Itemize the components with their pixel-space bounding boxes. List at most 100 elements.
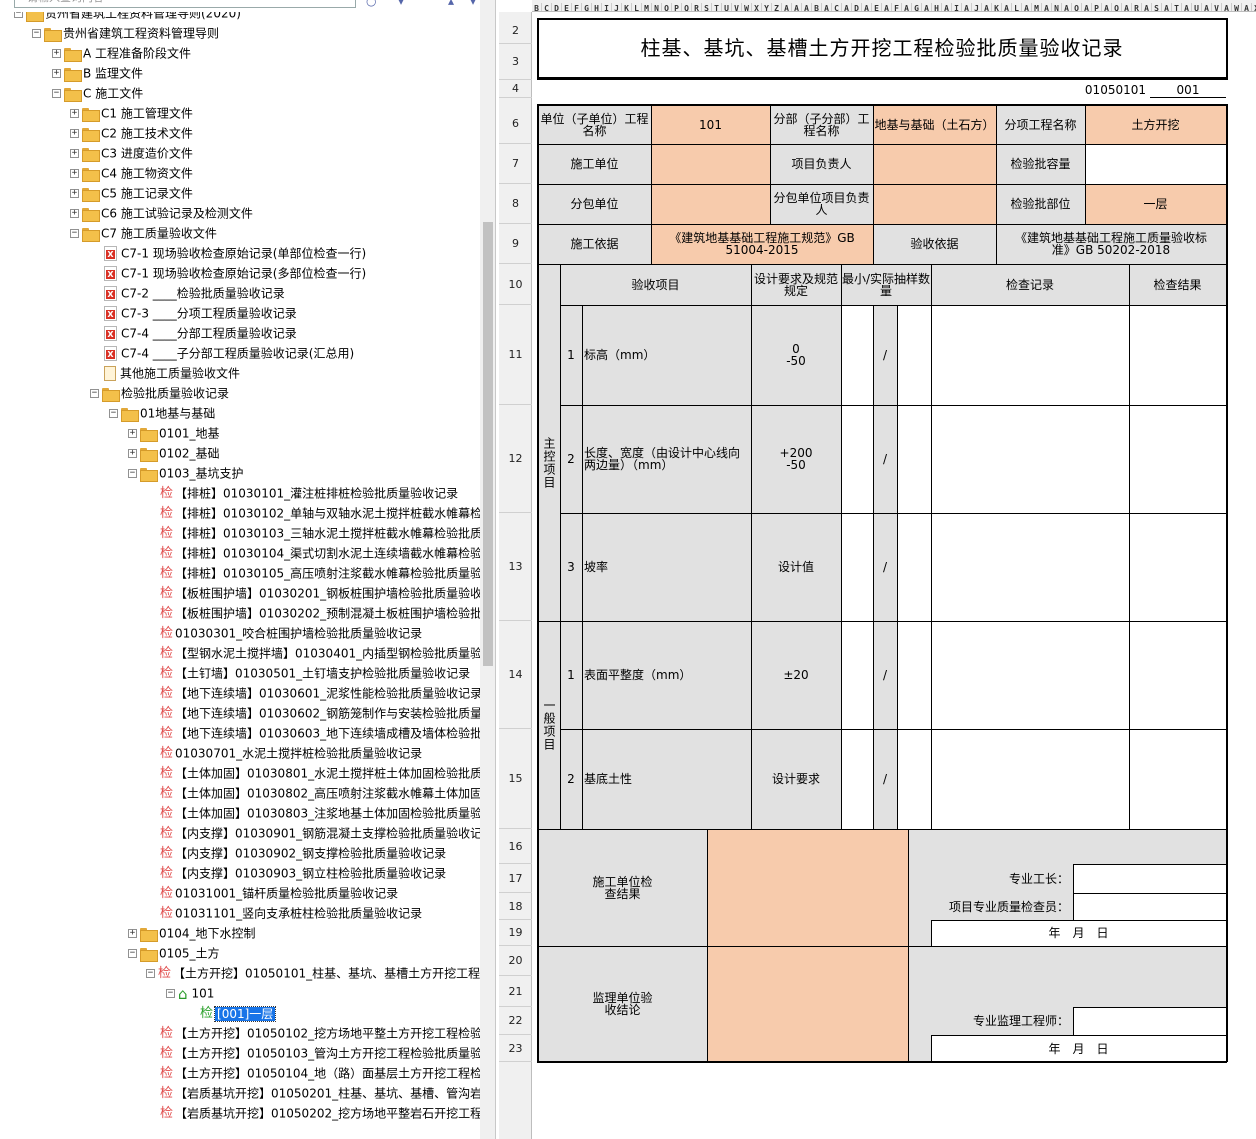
tree-node[interactable]: 检【板桩围护墙】01030202_预制混凝土板桩围护墙检验批质: [146, 603, 494, 623]
column-letter[interactable]: A: [1022, 3, 1032, 11]
tree-node[interactable]: 检【型钢水泥土搅拌墙】01030401_内插型钢检验批质量验收: [146, 643, 494, 663]
item-spec[interactable]: 0 -50: [751, 305, 841, 405]
construction-basis-value[interactable]: 《建筑地基基础工程施工规范》GB 51004-2015: [651, 224, 873, 264]
column-letter[interactable]: A: [782, 3, 792, 11]
supervision-date[interactable]: 年 月 日: [931, 1035, 1226, 1062]
collapse-icon[interactable]: −: [32, 29, 41, 38]
tree-node[interactable]: 检【土方开挖】01050103_管沟土方开挖工程检验批质量验收: [146, 1043, 494, 1063]
column-letter[interactable]: K: [622, 3, 632, 11]
expand-icon[interactable]: +: [70, 209, 79, 218]
row-number[interactable]: 14: [499, 621, 532, 729]
column-letter[interactable]: Q: [682, 3, 692, 11]
header-item[interactable]: 验收项目: [560, 264, 751, 305]
date-gap[interactable]: [908, 1035, 931, 1062]
tree-node[interactable]: 检 01031001_锚杆质量检验批质量验收记录: [146, 883, 398, 903]
tree-node[interactable]: 检【排桩】01030102_单轴与双轴水泥土搅拌桩截水帷幕检验: [146, 503, 494, 523]
tree-node[interactable]: C7-1 现场验收检查原始记录(单部位检查一行): [90, 243, 366, 263]
expand-icon[interactable]: +: [70, 189, 79, 198]
column-letter[interactable]: A: [1202, 3, 1212, 11]
column-letter[interactable]: X: [752, 3, 762, 11]
column-letter[interactable]: A: [1142, 3, 1152, 11]
tree-node[interactable]: 检【板桩围护墙】01030201_钢板桩围护墙检验批质量验收记: [146, 583, 494, 603]
form-title[interactable]: 柱基、基坑、基槽土方开挖工程检验批质量验收记录: [538, 19, 1226, 77]
row-number[interactable]: 21: [499, 976, 532, 1007]
arrow-up-icon[interactable]: ▴: [448, 0, 462, 8]
row-number[interactable]: 18: [499, 893, 532, 920]
tree-node[interactable]: + C1 施工管理文件: [70, 103, 193, 123]
division-label[interactable]: 分部（子分部）工程名称: [770, 106, 873, 144]
tree-node[interactable]: − 贵州省建筑工程资料管理导则: [32, 23, 219, 43]
tree-node[interactable]: − 0103_基坑支护: [128, 463, 244, 483]
tree-node[interactable]: 检 01030701_水泥土搅拌桩检验批质量验收记录: [146, 743, 422, 763]
column-letter[interactable]: P: [672, 3, 682, 11]
column-letter[interactable]: M: [642, 3, 652, 11]
collapse-icon[interactable]: −: [70, 229, 79, 238]
row-number[interactable]: 22: [499, 1007, 532, 1035]
column-letter[interactable]: A: [1242, 3, 1252, 11]
header-sample[interactable]: 最小/实际抽样数量: [841, 264, 931, 305]
row-number[interactable]: 10: [499, 264, 532, 305]
item-record[interactable]: [931, 621, 1129, 729]
expand-icon[interactable]: +: [52, 49, 61, 58]
general-label[interactable]: 一般项目: [538, 621, 560, 829]
column-letter[interactable]: C: [542, 3, 552, 11]
column-letter[interactable]: X: [1252, 3, 1256, 11]
column-letter[interactable]: T: [712, 3, 722, 11]
item-sample-min[interactable]: [841, 405, 873, 513]
construction-basis-label[interactable]: 施工依据: [538, 224, 651, 264]
construction-sign-top[interactable]: [908, 829, 1226, 864]
column-letter[interactable]: L: [1012, 3, 1022, 11]
column-letter[interactable]: G: [912, 3, 922, 11]
column-letter[interactable]: A: [1162, 3, 1172, 11]
tree-node[interactable]: +0101_地基: [128, 423, 220, 443]
column-letter[interactable]: R: [692, 3, 702, 11]
item-sample-extra[interactable]: [897, 405, 931, 513]
item-name[interactable]: 表面平整度（mm）: [582, 621, 751, 729]
column-letter[interactable]: I: [602, 3, 612, 11]
tree-node[interactable]: 检【地下连续墙】01030601_泥浆性能检验批质量验收记录: [146, 683, 482, 703]
tree-node[interactable]: + A 工程准备阶段文件: [52, 43, 191, 63]
item-sample-min[interactable]: [841, 513, 873, 621]
subitem-label[interactable]: 分项工程名称: [996, 106, 1085, 144]
construction-unit-value[interactable]: [651, 144, 770, 184]
inspector-value[interactable]: [1073, 893, 1226, 920]
date-gap[interactable]: [908, 920, 931, 946]
tree-node[interactable]: C7-4 ____分部工程质量验收记录: [90, 323, 297, 343]
subcontractor-value[interactable]: [651, 184, 770, 224]
item-sample-actual[interactable]: /: [873, 405, 897, 513]
row-number[interactable]: 7: [499, 144, 532, 184]
item-sample-extra[interactable]: [897, 729, 931, 829]
column-letter[interactable]: R: [1132, 3, 1142, 11]
column-letter[interactable]: C: [832, 3, 842, 11]
item-sample-actual[interactable]: /: [873, 621, 897, 729]
expand-icon[interactable]: +: [70, 109, 79, 118]
column-letter[interactable]: B: [532, 3, 542, 11]
item-name[interactable]: 基底土性: [582, 729, 751, 829]
expand-icon[interactable]: +: [70, 169, 79, 178]
column-letter[interactable]: P: [1092, 3, 1102, 11]
tree-node[interactable]: 其他施工质量验收文件: [90, 363, 240, 383]
tree-node[interactable]: 检【内支撑】01030901_钢筋混凝土支撑检验批质量验收记录: [146, 823, 494, 843]
column-letter[interactable]: O: [662, 3, 672, 11]
column-letter[interactable]: D: [552, 3, 562, 11]
column-letter[interactable]: B: [812, 3, 822, 11]
column-letter[interactable]: W: [1232, 3, 1242, 11]
item-record[interactable]: [931, 513, 1129, 621]
column-letter[interactable]: N: [652, 3, 662, 11]
item-spec[interactable]: 设计要求: [751, 729, 841, 829]
division-value[interactable]: 地基与基础（土石方）: [873, 106, 996, 144]
tree-node[interactable]: 检【排桩】01030101_灌注桩排桩检验批质量验收记录: [146, 483, 458, 503]
header-design[interactable]: 设计要求及规范规定: [751, 264, 841, 305]
column-letter[interactable]: A: [1062, 3, 1072, 11]
item-number[interactable]: 1: [560, 621, 582, 729]
row-number[interactable]: 16: [499, 829, 532, 864]
header-result[interactable]: 检查结果: [1129, 264, 1226, 305]
item-sample-min[interactable]: [841, 305, 873, 405]
tree-node[interactable]: 检【岩质基坑开挖】01050201_柱基、基坑、基槽、管沟岩质: [146, 1083, 494, 1103]
item-sample-extra[interactable]: [897, 513, 931, 621]
tree-node[interactable]: C7-4 ____子分部工程质量验收记录(汇总用): [90, 343, 354, 363]
expand-icon[interactable]: +: [52, 69, 61, 78]
column-letter[interactable]: A: [982, 3, 992, 11]
item-result[interactable]: [1129, 405, 1226, 513]
tree-node[interactable]: C7-2 ____检验批质量验收记录: [90, 283, 285, 303]
